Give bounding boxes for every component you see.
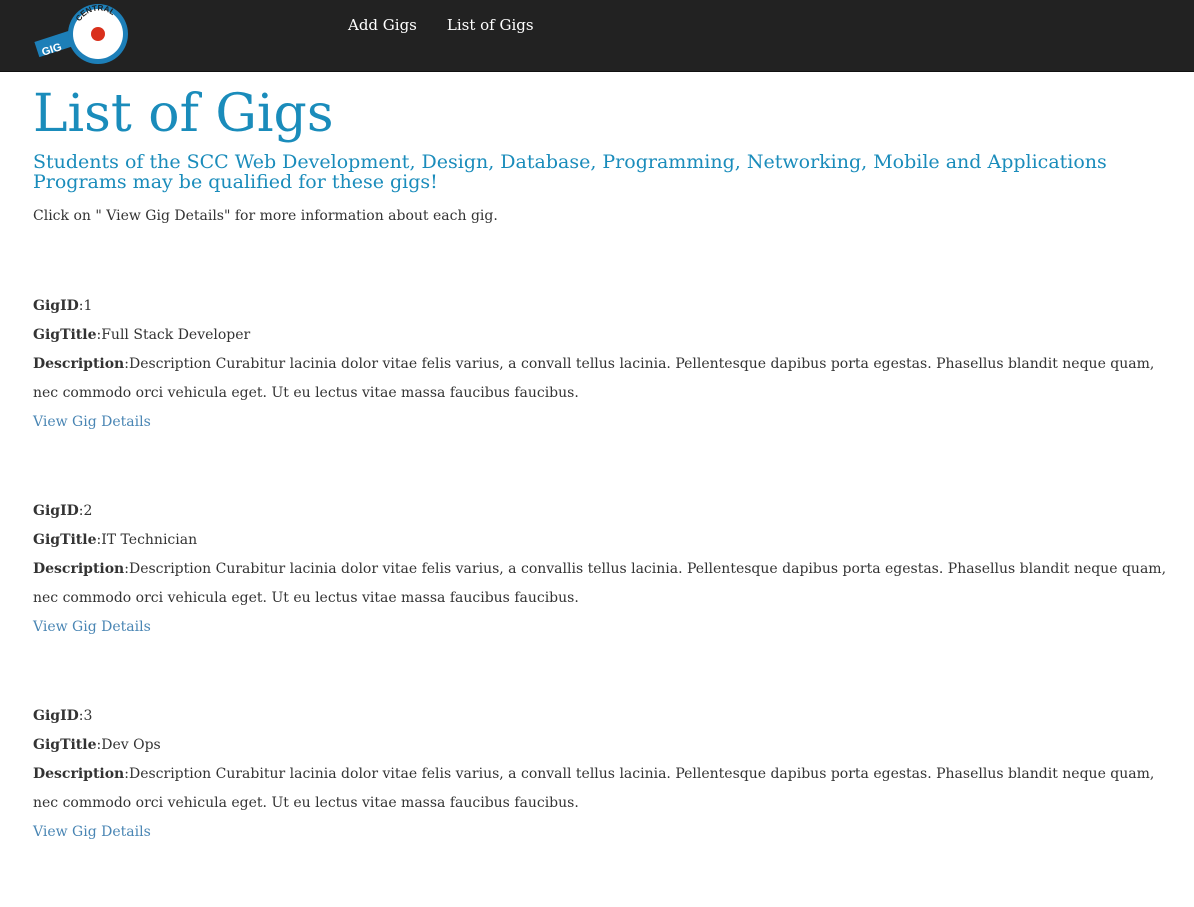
gig-id-row: GigID:1 (33, 298, 93, 314)
gig-description-value: Description Curabitur lacinia dolor vita… (33, 356, 1155, 401)
gig-central-logo[interactable]: GIG CENTRAL (34, 2, 134, 68)
view-gig-details-link[interactable]: View Gig Details (33, 613, 151, 642)
gig-title-value: IT Technician (101, 532, 198, 548)
gig-id-row: GigID:3 (33, 708, 93, 724)
gig-id-label: GigID (33, 708, 79, 724)
gig-description-row: Description:Description Curabitur lacini… (33, 356, 1155, 401)
magnifier-logo-icon: GIG CENTRAL (34, 3, 128, 64)
gig-description-value: Description Curabitur lacinia dolor vita… (33, 766, 1155, 811)
nav-links: Add Gigs List of Gigs (336, 0, 552, 50)
gig-item: GigID:1 GigTitle:Full Stack Developer De… (33, 292, 1173, 497)
view-gig-details-link[interactable]: View Gig Details (33, 408, 151, 437)
top-navbar: GIG CENTRAL Add Gigs List of Gigs (0, 0, 1194, 72)
gig-title-row: GigTitle:Dev Ops (33, 737, 161, 753)
gig-title-row: GigTitle:IT Technician (33, 532, 198, 548)
gig-id-value: 2 (83, 503, 93, 519)
page-header: List of Gigs Students of the SCC Web Dev… (33, 80, 1173, 226)
gig-description-label: Description (33, 561, 125, 577)
gig-title-value: Full Stack Developer (101, 327, 251, 343)
gig-description-row: Description:Description Curabitur lacini… (33, 766, 1155, 811)
page-subtitle: Students of the SCC Web Development, Des… (33, 151, 1107, 193)
gig-list: GigID:1 GigTitle:Full Stack Developer De… (33, 292, 1173, 907)
gig-title-label: GigTitle (33, 327, 97, 343)
gig-description-value: Description Curabitur lacinia dolor vita… (33, 561, 1167, 606)
gig-id-value: 3 (83, 708, 93, 724)
gig-item: GigID:3 GigTitle:Dev Ops Description:Des… (33, 702, 1173, 907)
gig-id-label: GigID (33, 503, 79, 519)
gig-item: GigID:2 GigTitle:IT Technician Descripti… (33, 497, 1173, 702)
intro-text: Click on " View Gig Details" for more in… (33, 208, 498, 224)
view-gig-details-link[interactable]: View Gig Details (33, 818, 151, 847)
gig-id-value: 1 (83, 298, 93, 314)
gig-title-value: Dev Ops (101, 737, 161, 753)
gig-id-label: GigID (33, 298, 79, 314)
gig-title-label: GigTitle (33, 737, 97, 753)
nav-add-gigs-link[interactable]: Add Gigs (336, 1, 429, 49)
gig-id-row: GigID:2 (33, 503, 93, 519)
gig-description-label: Description (33, 356, 125, 372)
gig-description-label: Description (33, 766, 125, 782)
gig-description-row: Description:Description Curabitur lacini… (33, 561, 1167, 606)
gig-title-label: GigTitle (33, 532, 97, 548)
gig-title-row: GigTitle:Full Stack Developer (33, 327, 251, 343)
nav-list-of-gigs-link[interactable]: List of Gigs (435, 1, 546, 49)
page-title: List of Gigs (33, 84, 334, 144)
